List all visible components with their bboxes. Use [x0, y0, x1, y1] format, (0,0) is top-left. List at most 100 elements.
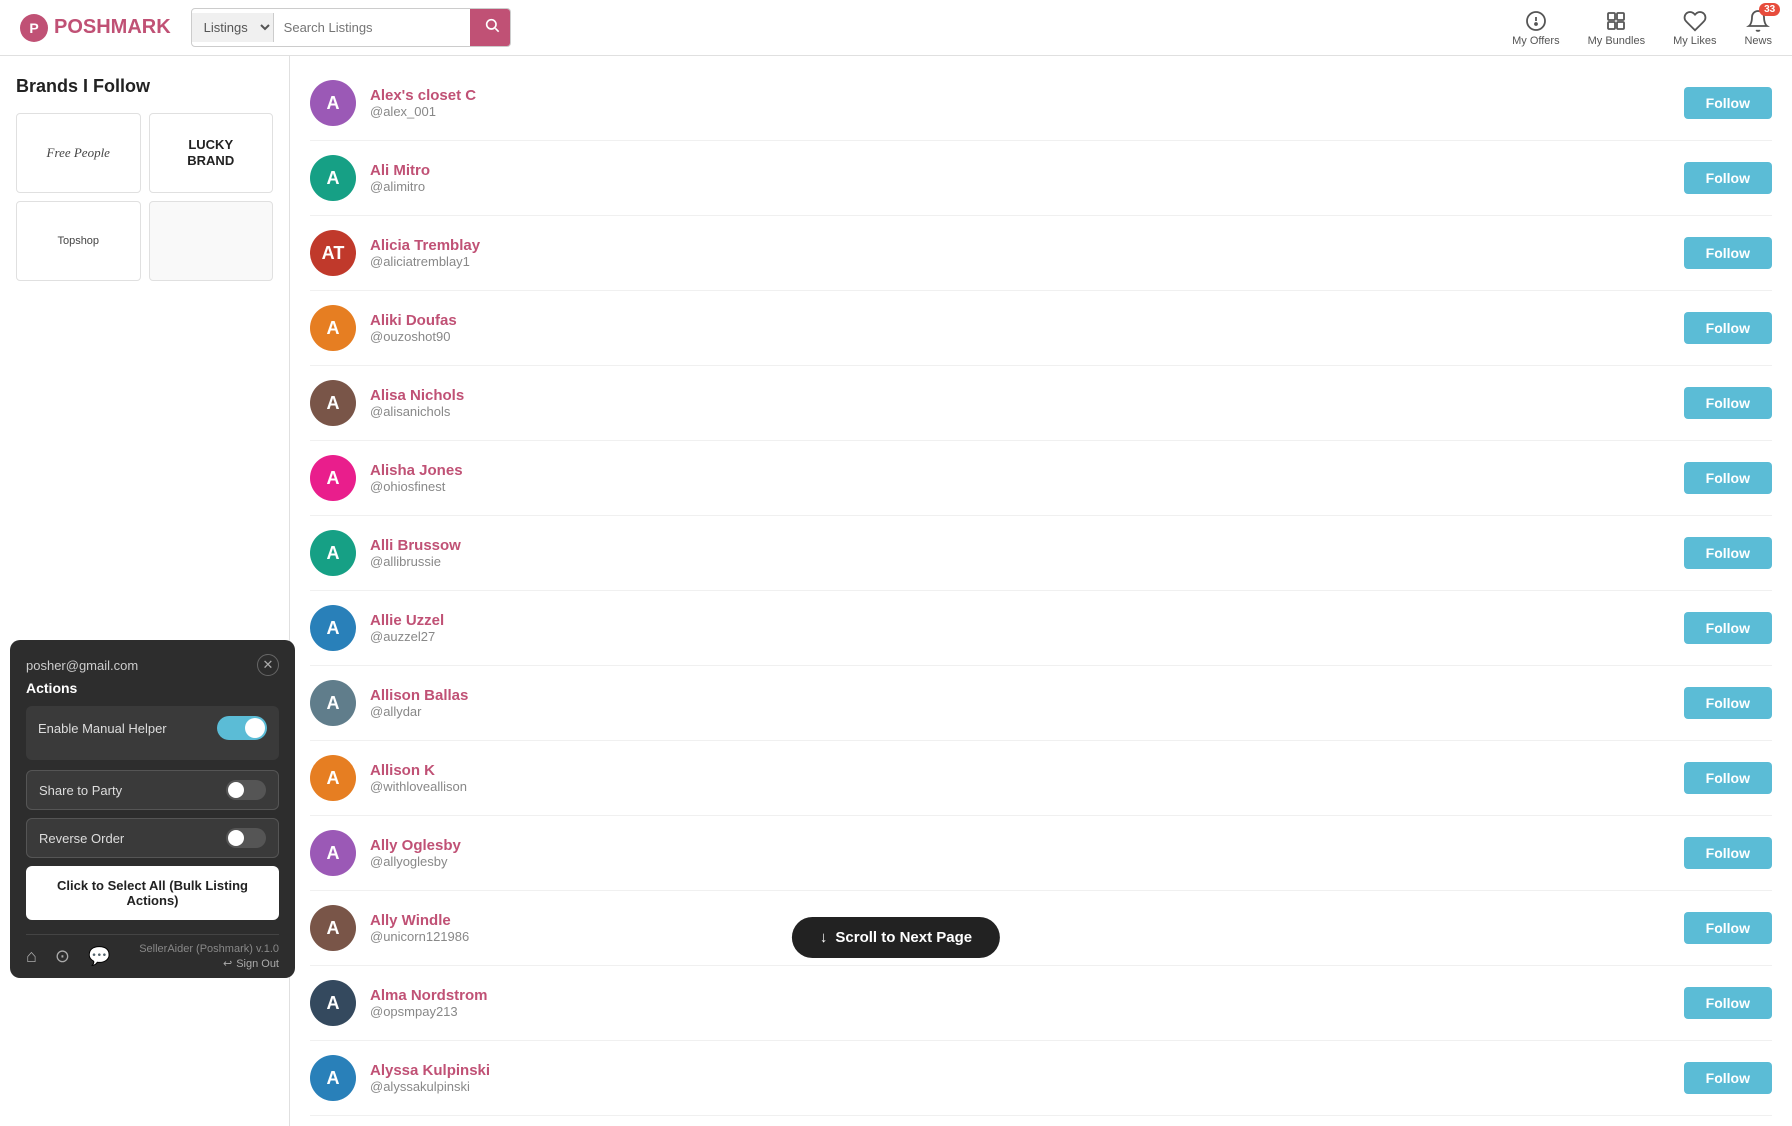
enable-manual-toggle[interactable]: 1	[217, 716, 267, 740]
user-handle: @ouzoshot90	[370, 329, 1684, 344]
logo-text: POSHMARK	[54, 16, 171, 39]
user-info: Alma Nordstrom @opsmpay213	[370, 987, 1684, 1019]
user-info: Aliki Doufas @ouzoshot90	[370, 312, 1684, 344]
follow-button[interactable]: Follow	[1684, 762, 1772, 794]
bundle-icon	[1604, 9, 1628, 33]
user-handle: @unicorn121986	[370, 929, 1684, 944]
news-label: News	[1744, 35, 1772, 47]
my-likes-label: My Likes	[1673, 35, 1716, 47]
user-info: Allison K @withloveallison	[370, 762, 1684, 794]
user-info: Alisa Nichols @alisanichols	[370, 387, 1684, 419]
brand-card-empty	[149, 201, 274, 281]
panel-close-button[interactable]: ✕	[257, 654, 279, 676]
my-offers-nav[interactable]: My Offers	[1512, 9, 1559, 47]
search-input[interactable]	[274, 14, 470, 41]
user-info: Allison Ballas @allydar	[370, 687, 1684, 719]
follow-button[interactable]: Follow	[1684, 462, 1772, 494]
follow-button[interactable]: Follow	[1684, 1062, 1772, 1094]
user-avatar: A	[310, 1055, 356, 1101]
follow-button[interactable]: Follow	[1684, 162, 1772, 194]
follow-button[interactable]: Follow	[1684, 687, 1772, 719]
home-icon[interactable]: ⌂	[26, 946, 37, 967]
header: P POSHMARK Listings My Offers My Bundles	[0, 0, 1792, 56]
share-to-party-toggle[interactable]	[226, 780, 266, 800]
news-nav[interactable]: 33 News	[1744, 9, 1772, 47]
settings-icon[interactable]: ⊙	[55, 946, 70, 967]
user-handle: @alimitro	[370, 179, 1684, 194]
panel-actions-title: Actions	[26, 680, 279, 696]
nav-icons: My Offers My Bundles My Likes 33 News	[1512, 9, 1772, 47]
follow-button[interactable]: Follow	[1684, 237, 1772, 269]
user-handle: @alex_001	[370, 104, 1684, 119]
user-name: Allison K	[370, 762, 1684, 779]
reverse-order-button[interactable]: Reverse Order	[26, 818, 279, 858]
brand-free-people: Free People	[47, 145, 110, 161]
follow-button[interactable]: Follow	[1684, 837, 1772, 869]
user-row: AT Alicia Tremblay @aliciatremblay1 Foll…	[310, 216, 1772, 291]
user-avatar: A	[310, 530, 356, 576]
user-row: A Allison K @withloveallison Follow	[310, 741, 1772, 816]
follow-button[interactable]: Follow	[1684, 312, 1772, 344]
user-handle: @allibrussie	[370, 554, 1684, 569]
user-info: Alicia Tremblay @aliciatremblay1	[370, 237, 1684, 269]
news-badge: 33	[1759, 3, 1780, 16]
share-to-party-label: Share to Party	[39, 783, 122, 798]
user-avatar: A	[310, 755, 356, 801]
user-avatar: A	[310, 980, 356, 1026]
sign-out-button[interactable]: ↩ Sign Out	[223, 957, 279, 970]
floating-panel: posher@gmail.com ✕ Actions Enable Manual…	[10, 640, 295, 978]
user-list: A Alex's closet C @alex_001 Follow A Ali…	[290, 56, 1792, 1126]
user-avatar: A	[310, 80, 356, 126]
my-likes-nav[interactable]: My Likes	[1673, 9, 1716, 47]
scroll-arrow-icon: ↓	[820, 929, 828, 946]
brand-card-topshop[interactable]: Topshop	[16, 201, 141, 281]
user-avatar: A	[310, 905, 356, 951]
chat-icon[interactable]: 💬	[88, 946, 110, 967]
user-avatar: A	[310, 455, 356, 501]
follow-button[interactable]: Follow	[1684, 987, 1772, 1019]
reverse-order-toggle[interactable]	[226, 828, 266, 848]
scroll-to-next-page-button[interactable]: ↓ Scroll to Next Page	[792, 917, 1000, 958]
panel-footer-icons: ⌂ ⊙ 💬	[26, 946, 110, 967]
search-button[interactable]	[470, 9, 511, 46]
brand-card-free-people[interactable]: Free People	[16, 113, 141, 193]
user-info: Alli Brussow @allibrussie	[370, 537, 1684, 569]
user-row: A Alma Nordstrom @opsmpay213 Follow	[310, 966, 1772, 1041]
user-row: A Alisha Jones @ohiosfinest Follow	[310, 441, 1772, 516]
search-icon	[484, 17, 500, 33]
brand-card-lucky-brand[interactable]: LUCKYBRAND	[149, 113, 274, 193]
user-name: Alyssa Kulpinski	[370, 1062, 1684, 1079]
follow-button[interactable]: Follow	[1684, 912, 1772, 944]
user-row: A Ally Oglesby @allyoglesby Follow	[310, 816, 1772, 891]
brand-lucky-brand: LUCKYBRAND	[187, 137, 234, 168]
follow-button[interactable]: Follow	[1684, 87, 1772, 119]
reverse-order-label: Reverse Order	[39, 831, 124, 846]
user-handle: @alisanichols	[370, 404, 1684, 419]
user-name: Allison Ballas	[370, 687, 1684, 704]
brand-topshop: Topshop	[57, 235, 99, 247]
search-dropdown[interactable]: Listings	[192, 13, 274, 42]
user-name: Alma Nordstrom	[370, 987, 1684, 1004]
user-avatar: A	[310, 380, 356, 426]
panel-email-text: posher@gmail.com	[26, 658, 138, 673]
follow-button[interactable]: Follow	[1684, 612, 1772, 644]
follow-button[interactable]: Follow	[1684, 387, 1772, 419]
follow-button[interactable]: Follow	[1684, 537, 1772, 569]
my-bundles-nav[interactable]: My Bundles	[1588, 9, 1645, 47]
user-name: Alicia Tremblay	[370, 237, 1684, 254]
user-row: A Alli Brussow @allibrussie Follow	[310, 516, 1772, 591]
user-avatar: A	[310, 830, 356, 876]
user-row: A Ally Windle @unicorn121986 Follow	[310, 891, 1772, 966]
scroll-btn-label: Scroll to Next Page	[835, 929, 972, 946]
user-row: A Alyssa Kulpinski @alyssakulpinski Foll…	[310, 1041, 1772, 1116]
logo[interactable]: P POSHMARK	[20, 14, 171, 42]
user-avatar: A	[310, 305, 356, 351]
user-avatar: AT	[310, 230, 356, 276]
user-avatar: A	[310, 680, 356, 726]
share-to-party-button[interactable]: Share to Party	[26, 770, 279, 810]
bulk-listing-button[interactable]: Click to Select All (Bulk Listing Action…	[26, 866, 279, 920]
user-name: Ali Mitro	[370, 162, 1684, 179]
user-handle: @allydar	[370, 704, 1684, 719]
user-handle: @alyssakulpinski	[370, 1079, 1684, 1094]
user-name: Aliki Doufas	[370, 312, 1684, 329]
